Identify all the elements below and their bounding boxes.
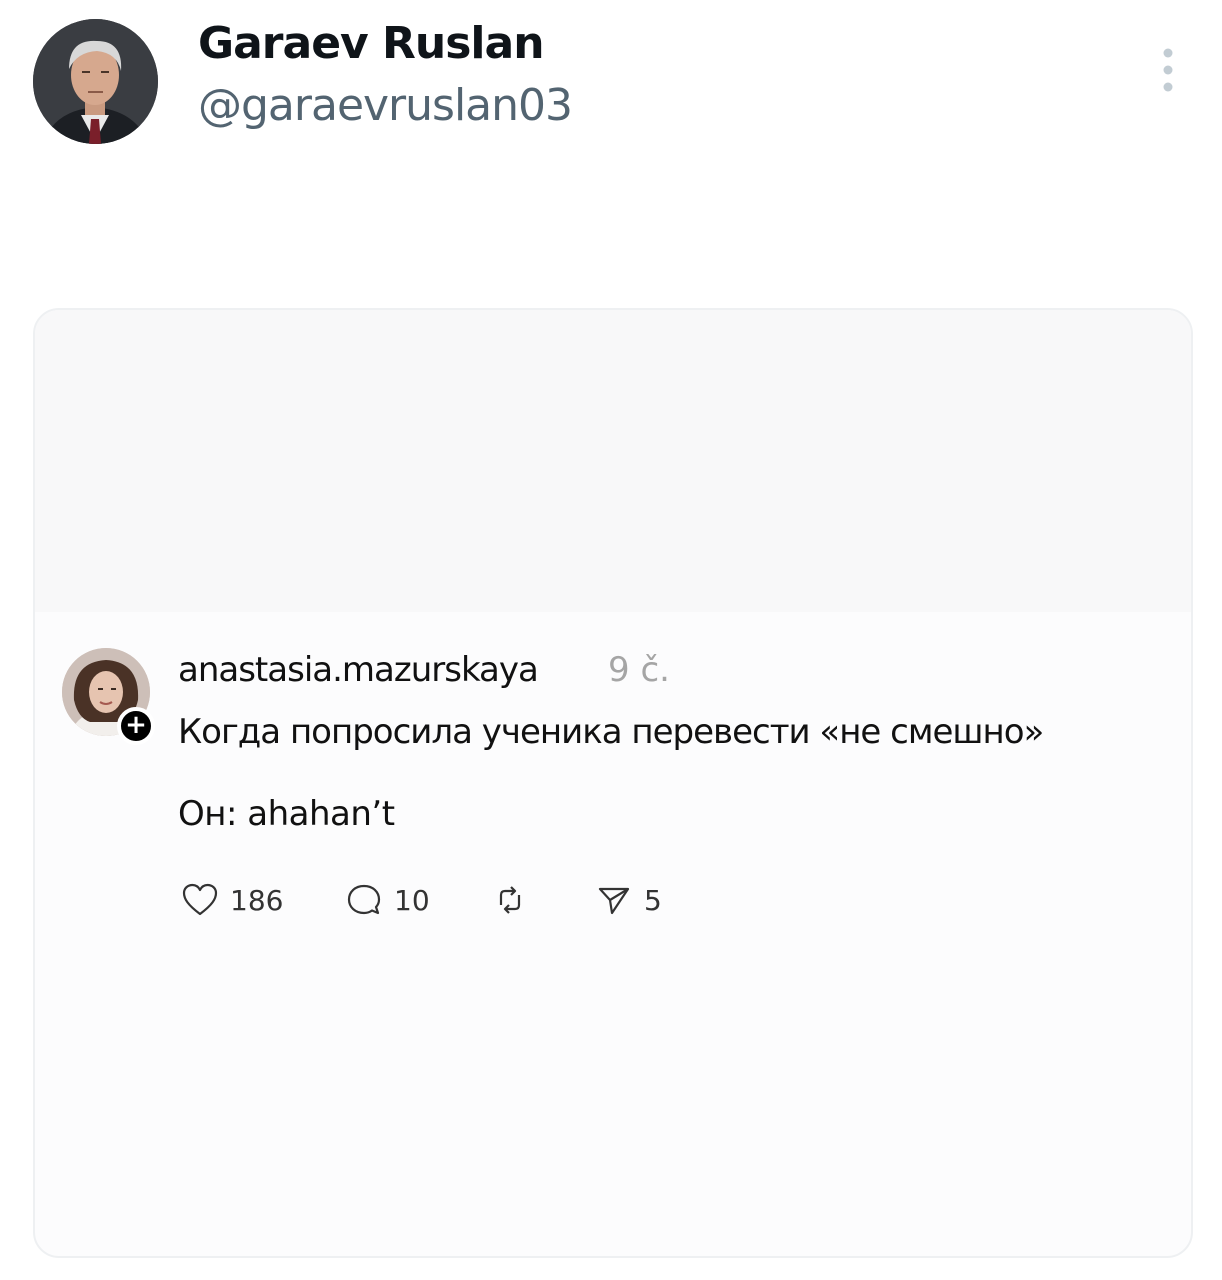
more-vertical-icon: [1163, 48, 1173, 92]
heart-icon: [182, 883, 218, 916]
repost-button: [492, 880, 528, 920]
comment-icon: [347, 884, 381, 915]
share-button: 5: [596, 880, 662, 920]
reply-count: 10: [394, 883, 430, 917]
post-text-line-1: Когда попросила ученика перевести «не см…: [178, 712, 1044, 752]
follow-badge-button[interactable]: +: [117, 707, 155, 745]
like-count: 186: [230, 883, 284, 917]
author-display-name[interactable]: Garaev Ruslan: [198, 18, 545, 69]
post-username: anastasia.mazurskaya: [178, 650, 539, 690]
repost-icon: [499, 886, 521, 914]
more-options-button[interactable]: [1150, 44, 1186, 96]
reply-button: 10: [346, 880, 430, 920]
share-count: 5: [644, 883, 662, 917]
send-icon: [598, 887, 630, 915]
author-avatar-image: [33, 19, 158, 144]
tweet-media-card[interactable]: [33, 308, 1193, 1258]
like-button: 186: [182, 880, 283, 920]
author-avatar[interactable]: [33, 19, 158, 144]
post-text-line-2: Он: ahahan’t: [178, 794, 395, 834]
media-blank-area: [35, 310, 1191, 612]
post-timestamp: 9 č.: [608, 650, 670, 690]
author-handle[interactable]: @garaevruslan03: [198, 80, 573, 131]
